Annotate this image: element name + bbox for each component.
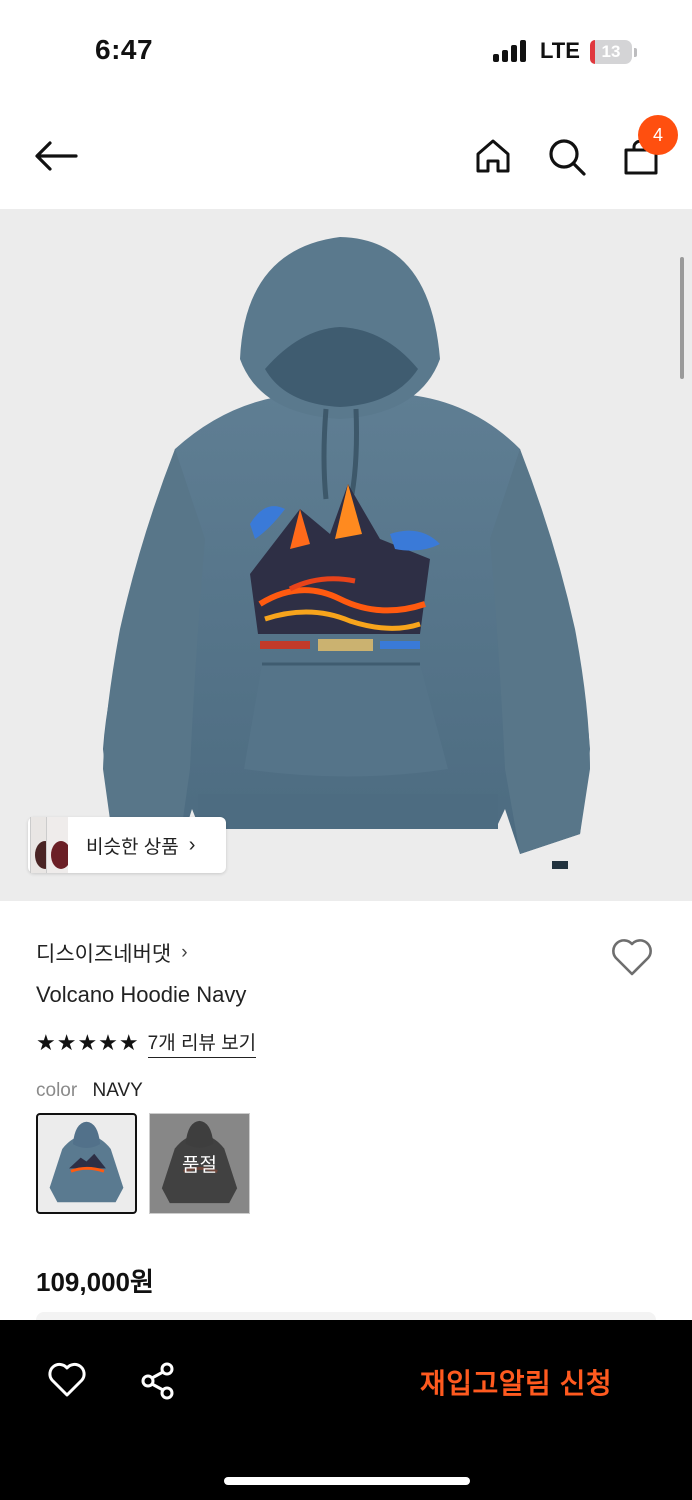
battery-nub — [634, 48, 637, 57]
rating-stars: ★★★★★ — [36, 1030, 140, 1055]
swatch-image — [49, 1121, 124, 1203]
similar-thumbnails — [28, 817, 80, 873]
color-option: color NAVY — [36, 1080, 143, 1102]
product-price: 109,000원 — [36, 1267, 154, 1297]
brand-name: 디스이즈네버댓 — [36, 943, 172, 966]
sold-out-overlay: 품절 — [150, 1114, 249, 1213]
search-icon[interactable] — [547, 137, 587, 177]
heart-icon[interactable] — [47, 1361, 87, 1399]
rating-row: ★★★★★ 7개 리뷰 보기 — [36, 1028, 257, 1058]
brand-link[interactable]: 디스이즈네버댓 › — [36, 938, 188, 968]
battery-icon: 13 — [590, 40, 632, 64]
product-name: Volcano Hoodie Navy — [36, 982, 247, 1007]
chevron-right-icon: › — [181, 942, 188, 963]
option-key: color — [36, 1080, 78, 1101]
sold-out-badge: 품절 — [182, 1155, 217, 1176]
reviews-link[interactable]: 7개 리뷰 보기 — [147, 1028, 257, 1058]
color-swatch-charcoal[interactable]: 품절 — [149, 1113, 250, 1214]
battery-fill — [590, 40, 596, 64]
option-value: NAVY — [92, 1080, 143, 1101]
chevron-right-icon: › — [188, 833, 196, 856]
arrow-left-icon[interactable] — [34, 140, 78, 172]
signal-icon — [493, 40, 526, 62]
color-swatch-navy[interactable] — [36, 1113, 137, 1214]
bottom-action-bar — [0, 1320, 692, 1500]
network-label: LTE — [540, 38, 580, 63]
home-icon[interactable] — [474, 137, 512, 175]
status-bar: 6:47 LTE 13 — [0, 0, 692, 100]
cart-count-badge: 4 — [638, 115, 678, 155]
battery-level: 13 — [601, 42, 621, 61]
top-nav-bar — [0, 100, 692, 210]
product-image[interactable] — [0, 209, 692, 901]
restock-alert-button[interactable]: 재입고알림 신청 — [420, 1362, 612, 1402]
wishlist-heart-icon[interactable] — [610, 936, 654, 978]
similar-products-button[interactable]: 비슷한 상품 › — [28, 817, 226, 873]
share-icon[interactable] — [138, 1361, 178, 1401]
similar-thumb — [46, 817, 68, 873]
hoodie-image — [103, 237, 590, 869]
home-indicator — [224, 1477, 470, 1485]
similar-products-label: 비슷한 상품 — [86, 836, 179, 858]
status-time: 6:47 — [95, 34, 154, 65]
image-scroll-indicator — [680, 257, 684, 379]
